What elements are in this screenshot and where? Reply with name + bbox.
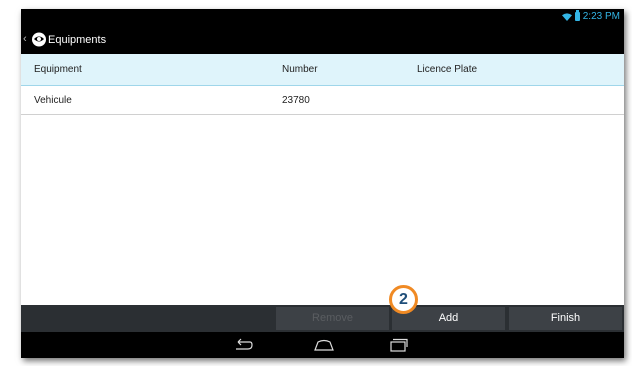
home-icon[interactable] <box>313 338 335 352</box>
battery-icon <box>574 10 580 21</box>
cell-equipment: Vehicule <box>34 95 72 106</box>
equipment-list: Vehicule 23780 <box>21 86 624 305</box>
navigation-bar <box>21 332 624 358</box>
action-button-bar: Remove Add Finish <box>21 305 624 332</box>
finish-button[interactable]: Finish <box>509 307 622 330</box>
tablet-screen: 2:23 PM ‹ Equipments Equipment Number Li… <box>21 9 624 358</box>
status-indicators: 2:23 PM <box>561 10 620 22</box>
remove-button[interactable]: Remove <box>276 307 389 330</box>
column-header-equipment: Equipment <box>34 64 82 75</box>
page-title: Equipments <box>48 34 107 46</box>
app-logo-icon[interactable] <box>31 31 47 47</box>
cell-number: 23780 <box>282 95 310 106</box>
column-header-licence-plate: Licence Plate <box>417 64 478 75</box>
up-caret-icon[interactable]: ‹ <box>23 34 27 45</box>
wifi-icon <box>561 12 572 21</box>
recent-apps-icon[interactable] <box>388 338 408 352</box>
status-bar: 2:23 PM <box>21 9 624 25</box>
table-row[interactable]: Vehicule 23780 <box>21 86 624 115</box>
back-icon[interactable] <box>233 338 253 352</box>
action-bar: ‹ Equipments <box>21 25 624 54</box>
column-header-number: Number <box>282 64 318 75</box>
table-header: Equipment Number Licence Plate <box>21 54 624 86</box>
status-time: 2:23 PM <box>582 11 620 22</box>
step-callout-badge: 2 <box>389 285 418 314</box>
